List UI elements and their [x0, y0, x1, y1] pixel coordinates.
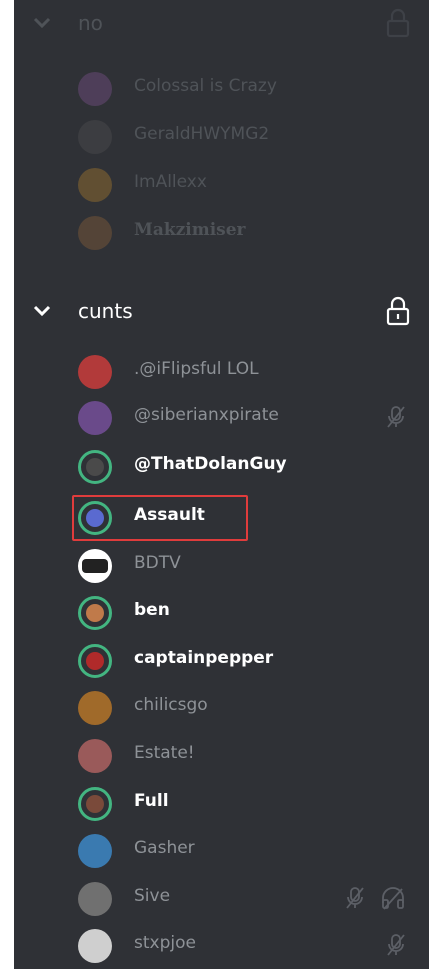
member-name: ImAllexx [134, 172, 207, 192]
avatar [78, 644, 112, 678]
avatar [78, 401, 112, 435]
voice-member[interactable]: ben [14, 592, 429, 632]
avatar [78, 216, 112, 250]
avatar [78, 120, 112, 154]
highlight-box [72, 495, 248, 541]
avatar [78, 691, 112, 725]
member-name: captainpepper [134, 648, 274, 668]
voice-member[interactable]: chilicsgo [14, 687, 429, 727]
member-name: GeraldHWYMG2 [134, 124, 270, 144]
voice-member[interactable]: Gasher [14, 830, 429, 870]
voice-member[interactable]: Makzimiser [14, 212, 429, 252]
avatar [78, 882, 112, 916]
chevron-down-icon[interactable] [32, 13, 52, 33]
avatar [78, 72, 112, 106]
voice-member[interactable]: stxpjoe [14, 925, 429, 965]
headphones-muted-icon [382, 887, 404, 910]
channel-name: no [78, 11, 103, 35]
voice-member[interactable]: .@iFlipsful LOL [14, 351, 429, 391]
voice-member[interactable]: Full [14, 783, 429, 823]
member-name: BDTV [134, 553, 181, 573]
avatar [78, 739, 112, 773]
member-name: Estate! [134, 743, 195, 763]
avatar [78, 549, 112, 583]
avatar [78, 596, 112, 630]
voice-channel-cunts[interactable]: cunts [14, 288, 429, 334]
member-name: Makzimiser [134, 220, 246, 240]
chevron-down-icon[interactable] [32, 301, 52, 321]
voice-member[interactable]: Estate! [14, 735, 429, 775]
voice-member[interactable]: Colossal is Crazy [14, 68, 429, 108]
voice-member[interactable]: captainpepper [14, 640, 429, 680]
avatar [78, 168, 112, 202]
member-name: Full [134, 791, 169, 811]
member-name: stxpjoe [134, 933, 196, 953]
voice-member[interactable]: ImAllexx [14, 164, 429, 204]
member-name: ben [134, 600, 170, 620]
voice-member[interactable]: BDTV [14, 545, 429, 585]
voice-member[interactable]: GeraldHWYMG2 [14, 116, 429, 156]
member-name: chilicsgo [134, 695, 208, 715]
avatar [78, 929, 112, 963]
voice-channel-no[interactable]: no [14, 0, 429, 46]
mic-muted-icon [387, 406, 405, 428]
voice-member[interactable]: @siberianxpirate [14, 397, 429, 437]
avatar [78, 834, 112, 868]
member-name: .@iFlipsful LOL [134, 359, 259, 379]
lock-icon [386, 296, 410, 326]
avatar [78, 787, 112, 821]
voice-channel-list: no Colossal is Crazy GeraldHWYMG2 ImAlle… [14, 0, 429, 969]
avatar [78, 355, 112, 389]
mic-muted-icon [346, 887, 364, 909]
member-name: @siberianxpirate [134, 405, 279, 425]
avatar [78, 450, 112, 484]
voice-member[interactable]: Sive [14, 878, 429, 918]
member-name: Sive [134, 886, 171, 906]
lock-icon [386, 8, 410, 38]
member-name: Colossal is Crazy [134, 76, 277, 96]
mic-muted-icon [387, 934, 405, 956]
member-name: Gasher [134, 838, 195, 858]
member-name: @ThatDolanGuy [134, 454, 287, 474]
channel-name: cunts [78, 299, 133, 323]
voice-member[interactable]: @ThatDolanGuy [14, 446, 429, 486]
